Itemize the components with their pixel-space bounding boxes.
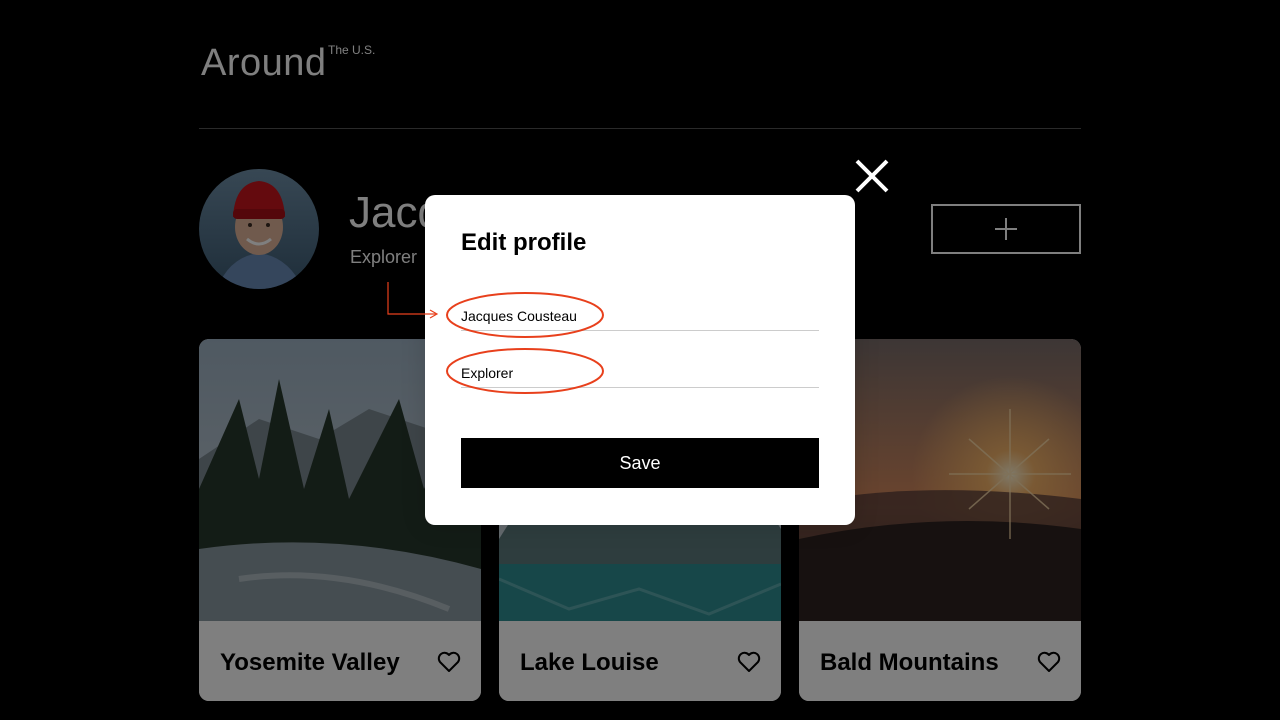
close-icon bbox=[855, 159, 889, 193]
name-input[interactable] bbox=[461, 301, 819, 331]
save-button[interactable]: Save bbox=[461, 438, 819, 488]
close-button[interactable] bbox=[851, 155, 893, 197]
job-input[interactable] bbox=[461, 358, 819, 388]
modal-title: Edit profile bbox=[461, 229, 587, 256]
edit-profile-modal: Edit profile Save bbox=[425, 195, 855, 525]
